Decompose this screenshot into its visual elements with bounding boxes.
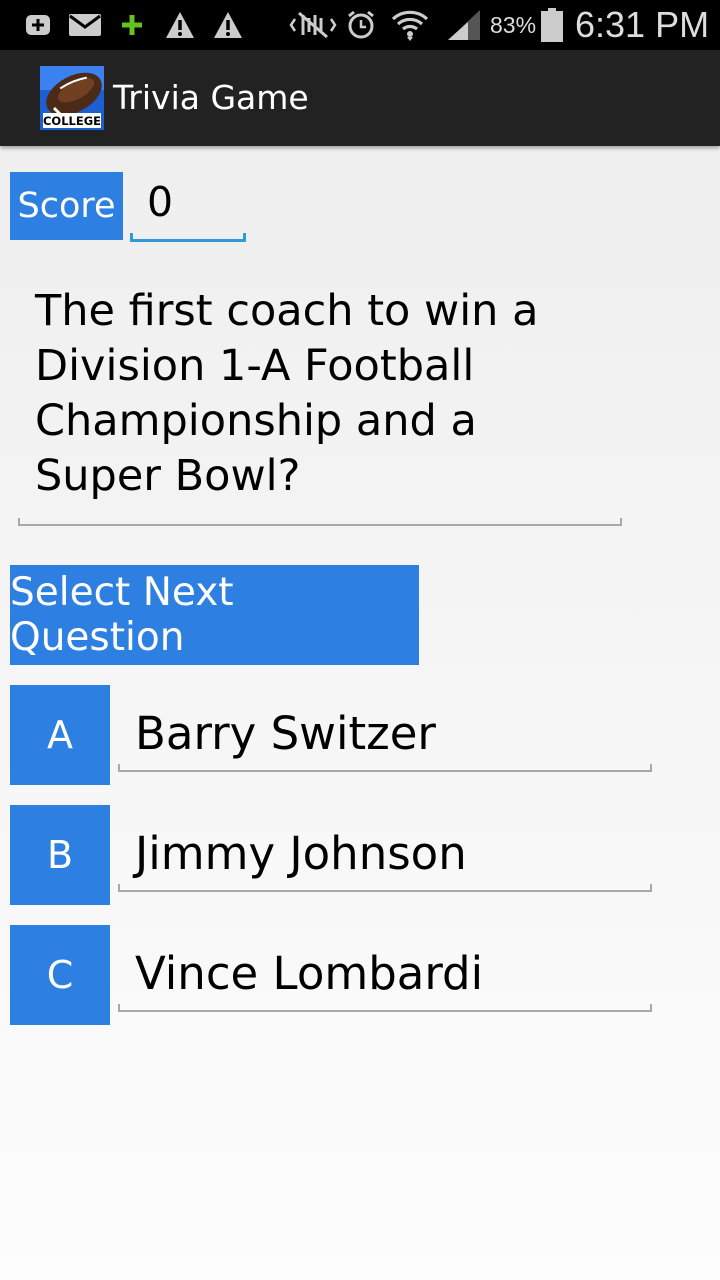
answer-a-button[interactable]: A — [10, 685, 110, 785]
battery-percentage: 83% — [490, 12, 537, 38]
mail-icon — [68, 10, 102, 40]
signal-icon — [445, 10, 483, 40]
select-next-question-button[interactable]: Select Next Question — [10, 565, 419, 665]
answer-c-button[interactable]: C — [10, 925, 110, 1025]
logo-text: COLLEGE — [43, 114, 101, 128]
battery-icon — [540, 8, 564, 42]
score-label: Score — [10, 172, 123, 240]
warning-icon — [164, 10, 196, 40]
add-notification-icon — [24, 10, 52, 40]
answer-c-underline — [118, 1004, 652, 1012]
answer-b-button[interactable]: B — [10, 805, 110, 905]
answer-b-text: Jimmy Johnson — [135, 827, 467, 880]
answer-c-text: Vince Lombardi — [135, 947, 484, 1000]
app-logo[interactable]: COLLEGE — [40, 66, 104, 130]
warning-icon — [212, 10, 244, 40]
question-field-underline — [18, 518, 622, 526]
alarm-icon — [345, 10, 377, 40]
answer-a-underline — [118, 764, 652, 772]
answer-b-underline — [118, 884, 652, 892]
wifi-icon — [390, 10, 430, 41]
question-text: The first coach to win a Division 1-A Fo… — [35, 286, 539, 501]
app-title: Trivia Game — [113, 78, 309, 117]
status-bar: 83% 6:31 PM — [0, 0, 720, 50]
plus-icon — [119, 10, 145, 40]
action-bar: COLLEGE Trivia Game — [0, 50, 720, 146]
answer-a-text: Barry Switzer — [135, 707, 436, 760]
score-field[interactable]: 0 — [130, 176, 246, 242]
clock-time: 6:31 PM — [575, 4, 710, 45]
score-value: 0 — [147, 178, 174, 226]
mute-icon — [288, 10, 338, 40]
